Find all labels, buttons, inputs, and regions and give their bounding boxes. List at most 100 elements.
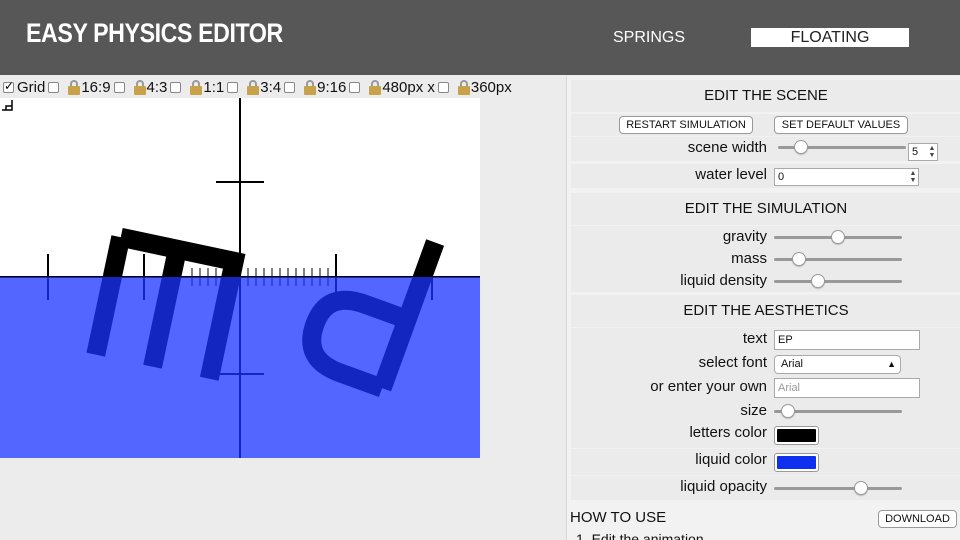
size-label: size — [740, 402, 767, 419]
stepper-arrows-icon[interactable]: ▲ ▼ — [928, 145, 936, 159]
preset-360px[interactable]: 360px — [435, 79, 512, 96]
lock-icon — [304, 79, 317, 95]
scene-width-value: 5 — [912, 146, 919, 158]
gravity-label: gravity — [722, 228, 767, 245]
lock-icon — [133, 79, 146, 95]
liquid-opacity-label: liquid opacity — [680, 478, 767, 495]
restart-simulation-button[interactable]: RESTART SIMULATION — [619, 116, 753, 134]
slider-thumb[interactable] — [781, 404, 795, 418]
preset-3-4[interactable]: 3:4 — [224, 79, 281, 96]
gravity-row: gravity — [571, 226, 960, 248]
water-level-row: water level 0 ▲ ▼ — [571, 164, 960, 188]
gravity-slider[interactable] — [774, 230, 902, 244]
preset-label: 16:9 — [81, 78, 111, 96]
slider-thumb[interactable] — [811, 274, 825, 288]
scene-section-title: EDIT THE SCENE — [571, 80, 960, 112]
text-row: text EP — [571, 328, 960, 352]
liquid-density-label: liquid density — [680, 272, 767, 289]
preset-label: 9:16 — [317, 78, 347, 96]
liquid-density-slider[interactable] — [774, 274, 902, 288]
water-level-label: water level — [695, 166, 767, 183]
preset-1-1[interactable]: 1:1 — [167, 79, 224, 96]
font-select[interactable]: Arial ▲ — [774, 355, 901, 374]
mass-slider[interactable] — [774, 252, 902, 266]
stepper-arrows-icon[interactable]: ▲ ▼ — [909, 170, 917, 184]
liquid-region — [0, 277, 480, 458]
scene-width-row: scene width 5 ▲ ▼ — [571, 137, 960, 161]
size-slider[interactable] — [774, 404, 902, 418]
custom-font-input[interactable]: Arial — [774, 378, 920, 398]
header-bar: EASY PHYSICS EDITOR SPRINGS FLOATING — [0, 0, 960, 75]
grid-toggle[interactable]: Grid — [0, 79, 45, 96]
text-input[interactable]: EP — [774, 330, 920, 350]
preset-4-3[interactable]: 4:3 — [111, 78, 168, 96]
resize-handle-icon[interactable] — [0, 98, 14, 112]
scene-buttons-row: RESTART SIMULATION SET DEFAULT VALUES — [571, 114, 960, 136]
preset-label: 360px — [470, 78, 512, 96]
text-label: text — [742, 330, 767, 347]
letters-color-picker[interactable] — [774, 426, 819, 445]
slider-thumb[interactable] — [792, 252, 806, 266]
simulation-canvas[interactable] — [0, 98, 480, 458]
letters-color-swatch — [777, 429, 816, 442]
aesthetics-section-title: EDIT THE AESTHETICS — [571, 295, 960, 327]
scene-svg — [0, 98, 480, 458]
font-select-value: Arial — [781, 358, 804, 370]
lock-icon — [457, 79, 470, 95]
liquid-color-picker[interactable] — [774, 453, 819, 472]
lock-icon — [68, 79, 81, 95]
scene-width-label: scene width — [687, 139, 767, 156]
preset-checkbox[interactable] — [284, 81, 296, 93]
preset-checkbox[interactable] — [113, 81, 125, 93]
preset-label: 480px x — [382, 78, 435, 96]
liquid-opacity-slider[interactable] — [774, 481, 902, 495]
letters-color-row: letters color — [571, 422, 960, 448]
mass-label: mass — [731, 250, 767, 267]
custom-font-row: or enter your own Arial — [571, 376, 960, 400]
select-font-label: select font — [698, 354, 767, 371]
lock-icon — [369, 79, 382, 95]
app-logo: EASY PHYSICS EDITOR — [26, 18, 283, 48]
scene-width-stepper[interactable]: 5 ▲ ▼ — [908, 143, 938, 161]
size-row: size — [571, 400, 960, 422]
preset-480px[interactable]: 480px x — [346, 79, 435, 96]
simulation-section-title: EDIT THE SIMULATION — [571, 193, 960, 225]
preset-label: 4:3 — [146, 78, 168, 96]
preset-checkbox[interactable] — [170, 81, 182, 93]
preset-9-16[interactable]: 9:16 — [281, 79, 346, 96]
tab-floating[interactable]: FLOATING — [751, 28, 909, 47]
liquid-density-row: liquid density — [571, 270, 960, 292]
preset-label: 1:1 — [203, 78, 225, 96]
set-default-values-button[interactable]: SET DEFAULT VALUES — [774, 116, 908, 134]
scene-width-slider[interactable] — [778, 140, 906, 154]
liquid-color-label: liquid color — [695, 451, 767, 468]
water-level-stepper[interactable]: 0 ▲ ▼ — [774, 168, 919, 186]
how-to-use-heading: HOW TO USE — [570, 509, 667, 526]
app-root: EASY PHYSICS EDITOR SPRINGS FLOATING Gri… — [0, 0, 960, 540]
select-arrows-icon: ▲ — [887, 359, 896, 369]
grid-label: Grid — [17, 78, 46, 96]
letters-color-label: letters color — [689, 424, 767, 441]
preset-checkbox[interactable] — [227, 81, 239, 93]
select-font-row: select font Arial ▲ — [571, 352, 960, 376]
mass-row: mass — [571, 248, 960, 270]
slider-thumb[interactable] — [854, 481, 868, 495]
slider-thumb[interactable] — [831, 230, 845, 244]
preset-16-9[interactable]: 16:9 — [45, 78, 111, 96]
lock-icon — [190, 79, 203, 95]
liquid-color-swatch — [777, 456, 816, 469]
grid-checkbox[interactable] — [3, 79, 14, 93]
download-button[interactable]: DOWNLOAD — [878, 510, 957, 528]
slider-thumb[interactable] — [794, 140, 808, 154]
lock-icon — [247, 79, 260, 95]
water-level-value: 0 — [778, 171, 785, 183]
tab-springs[interactable]: SPRINGS — [598, 28, 700, 47]
custom-font-label: or enter your own — [650, 378, 767, 395]
liquid-color-row: liquid color — [571, 449, 960, 475]
liquid-opacity-row: liquid opacity — [571, 476, 960, 500]
preset-checkbox[interactable] — [437, 81, 449, 93]
preset-checkbox[interactable] — [48, 81, 60, 93]
preset-label: 3:4 — [260, 78, 282, 96]
howto-step-1: 1. Edit the animation — [576, 531, 704, 540]
preset-checkbox[interactable] — [349, 81, 361, 93]
